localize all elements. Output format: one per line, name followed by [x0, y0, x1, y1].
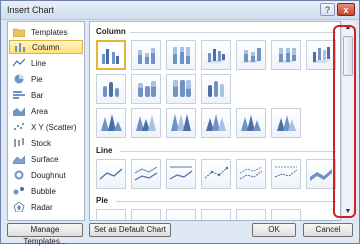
- radar-chart-icon: [13, 202, 25, 212]
- sidebar-item-label: Stock: [31, 138, 52, 148]
- sidebar-item-pie[interactable]: Pie: [9, 72, 83, 86]
- sidebar-item-label: Surface: [31, 154, 59, 164]
- section-divider: [120, 151, 336, 152]
- chart-thumb-bar-of-pie[interactable]: [271, 209, 301, 220]
- chart-thumb-clustered-cylinder[interactable]: [96, 74, 126, 104]
- sidebar-item-scatter[interactable]: X Y (Scatter): [9, 120, 83, 134]
- sidebar-item-templates[interactable]: Templates: [9, 25, 83, 39]
- sidebar-item-radar[interactable]: Radar: [9, 200, 83, 214]
- help-button[interactable]: ?: [320, 3, 335, 16]
- doughnut-chart-icon: [13, 170, 25, 180]
- chart-thumb-3d-column[interactable]: [306, 40, 336, 70]
- chart-thumb-3d-clustered-column[interactable]: [201, 40, 231, 70]
- chart-thumb-3d-100-stacked-column[interactable]: [271, 40, 301, 70]
- sidebar-item-surface[interactable]: Surface: [9, 152, 83, 166]
- insert-chart-dialog: Insert Chart ? x Templates Column Line P…: [0, 0, 360, 246]
- folder-icon: [13, 27, 25, 37]
- bubble-chart-icon: [13, 186, 25, 196]
- chart-thumb-3d-exploded-pie[interactable]: [236, 209, 266, 220]
- chart-thumb-100-stacked-cone[interactable]: [166, 108, 196, 138]
- chart-thumb-line[interactable]: [96, 159, 126, 189]
- sidebar-item-label: Column: [32, 42, 60, 52]
- line-chart-icon: [13, 58, 25, 68]
- sidebar-item-label: Radar: [31, 202, 53, 212]
- sidebar-item-bar[interactable]: Bar: [9, 88, 83, 102]
- area-chart-icon: [13, 106, 25, 116]
- sidebar-item-label: Pie: [31, 74, 43, 84]
- chart-thumb-3d-cylinder[interactable]: [201, 74, 231, 104]
- sidebar-item-line[interactable]: Line: [9, 56, 83, 70]
- chart-thumb-exploded-pie[interactable]: [201, 209, 231, 220]
- chart-gallery: Column Line Pie: [89, 21, 341, 221]
- sidebar-item-label: Bubble: [31, 186, 56, 196]
- sidebar-item-label: Doughnut: [31, 170, 66, 180]
- section-title-column: Column: [96, 27, 126, 36]
- chart-thumb-3d-pie[interactable]: [131, 209, 161, 220]
- chart-thumb-stacked-cone[interactable]: [131, 108, 161, 138]
- surface-chart-icon: [13, 154, 25, 164]
- chart-thumb-3d-cone[interactable]: [201, 108, 231, 138]
- column-chart-icon: [14, 42, 26, 52]
- section-divider: [116, 201, 336, 202]
- bar-chart-icon: [13, 90, 25, 100]
- sidebar-item-label: Area: [31, 106, 48, 116]
- scatter-chart-icon: [13, 122, 25, 132]
- chart-thumb-stacked-line[interactable]: [131, 159, 161, 189]
- title-bar[interactable]: Insert Chart ? x: [1, 1, 359, 20]
- set-default-chart-button[interactable]: Set as Default Chart: [89, 223, 171, 237]
- chart-thumb-3d-stacked-column[interactable]: [236, 40, 266, 70]
- chart-type-list: Templates Column Line Pie Bar Area X Y (…: [7, 21, 85, 221]
- chart-thumb-pie[interactable]: [96, 209, 126, 220]
- sidebar-item-stock[interactable]: Stock: [9, 136, 83, 150]
- sidebar-item-column[interactable]: Column: [9, 40, 83, 54]
- section-title-pie: Pie: [96, 196, 109, 205]
- sidebar-item-label: Templates: [31, 27, 68, 37]
- sidebar-item-bubble[interactable]: Bubble: [9, 184, 83, 198]
- close-button[interactable]: x: [337, 3, 355, 16]
- chart-thumb-100-stacked-line-with-markers[interactable]: [271, 159, 301, 189]
- sidebar-item-doughnut[interactable]: Doughnut: [9, 168, 83, 182]
- chart-thumb-stacked-cylinder[interactable]: [131, 74, 161, 104]
- chart-thumb-clustered-pyramid[interactable]: [236, 108, 266, 138]
- sidebar-item-label: Bar: [31, 90, 44, 100]
- chart-thumb-clustered-column[interactable]: [96, 40, 126, 70]
- chart-thumb-100-stacked-column[interactable]: [166, 40, 196, 70]
- section-divider: [130, 32, 336, 33]
- chart-thumb-100-stacked-line[interactable]: [166, 159, 196, 189]
- chart-thumb-stacked-line-with-markers[interactable]: [236, 159, 266, 189]
- cancel-button[interactable]: Cancel: [303, 223, 353, 237]
- chart-thumb-100-stacked-cylinder[interactable]: [166, 74, 196, 104]
- pie-chart-icon: [13, 74, 25, 84]
- sidebar-item-area[interactable]: Area: [9, 104, 83, 118]
- chart-thumb-clustered-cone[interactable]: [96, 108, 126, 138]
- chart-thumb-3d-pyramid[interactable]: [271, 108, 301, 138]
- sidebar-item-label: Line: [31, 58, 47, 68]
- chart-thumb-3d-line[interactable]: [306, 159, 336, 189]
- chart-thumb-pie-of-pie[interactable]: [166, 209, 196, 220]
- stock-chart-icon: [13, 138, 25, 148]
- sidebar-item-label: X Y (Scatter): [31, 122, 77, 132]
- section-title-line: Line: [96, 146, 113, 155]
- manage-templates-button[interactable]: Manage Templates...: [7, 223, 83, 246]
- ok-button[interactable]: OK: [252, 223, 296, 237]
- dialog-title: Insert Chart: [7, 5, 55, 15]
- chart-thumb-stacked-column[interactable]: [131, 40, 161, 70]
- scrollbar-highlight: [333, 25, 356, 218]
- chart-thumb-line-with-markers[interactable]: [201, 159, 231, 189]
